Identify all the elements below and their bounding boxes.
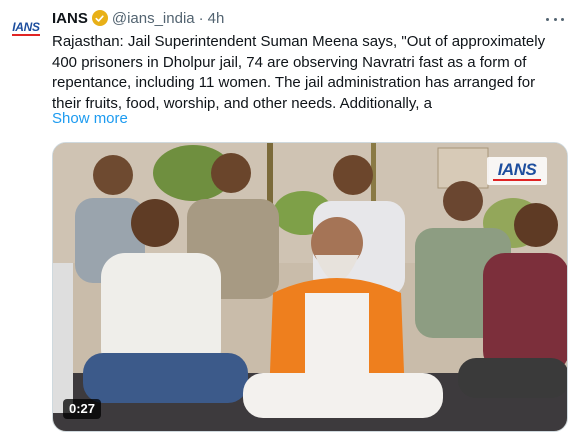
verified-badge-icon (91, 10, 108, 26)
display-name[interactable]: IANS (52, 10, 88, 27)
watermark-underline (493, 179, 541, 181)
show-more-link[interactable]: Show more (52, 110, 128, 127)
tweet-text: Rajasthan: Jail Superintendent Suman Mee… (52, 33, 546, 112)
separator-dot: · (198, 9, 204, 27)
video-duration-badge: 0:27 (63, 399, 102, 419)
timestamp[interactable]: 4h (208, 10, 225, 27)
ellipsis-icon[interactable] (543, 10, 567, 28)
watermark-logo: IANS (497, 160, 537, 179)
user-handle[interactable]: @ians_india (112, 10, 195, 27)
tweet-card[interactable]: IANS IANS @ians_india · 4h Rajasthan: Ja… (0, 0, 574, 440)
video-thumbnail (53, 143, 567, 431)
avatar[interactable]: IANS (6, 8, 46, 48)
video-watermark: IANS (487, 157, 547, 185)
tweet-header: IANS @ians_india · 4h (52, 8, 224, 28)
video-player[interactable]: IANS 0:27 (52, 142, 568, 432)
avatar-logo: IANS (12, 19, 40, 36)
